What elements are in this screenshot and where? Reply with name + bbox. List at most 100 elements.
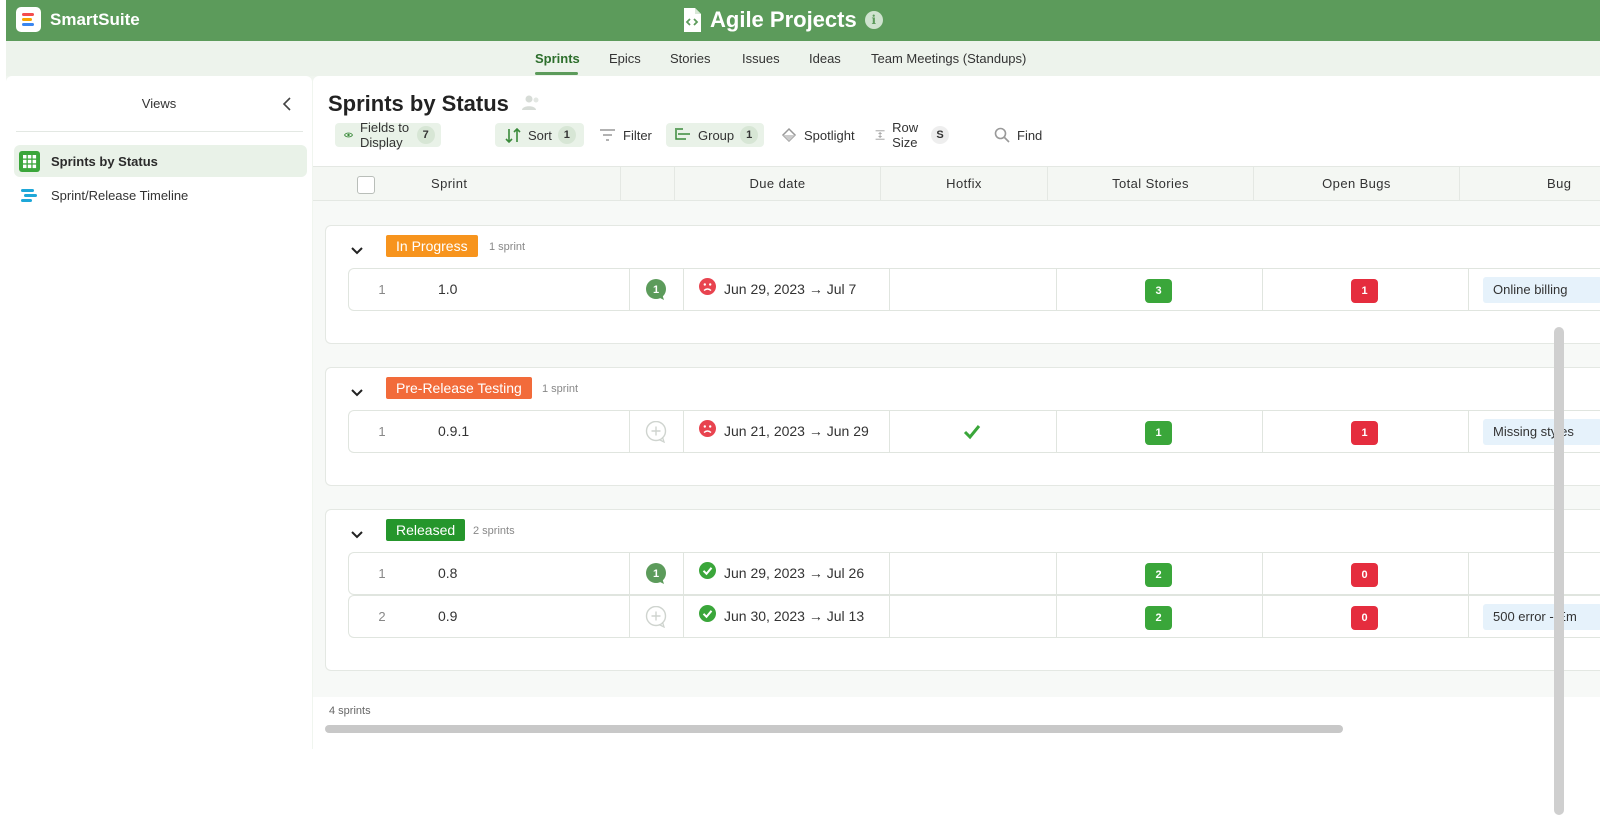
tab-epics[interactable]: Epics <box>609 51 641 66</box>
table-row[interactable]: 1 0.8 1 Jun 29, 2023 → Jul 26 2 0 <box>348 552 1600 595</box>
filter-button[interactable]: Filter <box>599 123 652 147</box>
open-bugs-value[interactable]: 1 <box>1351 421 1378 445</box>
add-comment-icon[interactable] <box>645 605 667 629</box>
column-header-total-stories[interactable]: Total Stories <box>1048 167 1254 201</box>
table-row[interactable]: 1 1.0 1 Jun 29, 2023 → Jul 7 3 1 Online … <box>348 268 1600 311</box>
due-end: Jul 13 <box>826 607 865 624</box>
collapse-panel-icon[interactable] <box>280 96 294 112</box>
chevron-down-icon[interactable] <box>350 385 364 397</box>
group-released: Released 2 sprints 1 0.8 1 Jun 29, 2023 … <box>325 509 1600 671</box>
column-header-sprint[interactable]: Sprint <box>384 167 621 201</box>
sprint-name[interactable]: 1.0 <box>438 281 457 297</box>
comment-count-icon[interactable]: 1 <box>645 279 667 301</box>
spotlight-button[interactable]: Spotlight <box>780 123 855 147</box>
horizontal-scrollbar[interactable] <box>325 725 1343 733</box>
fields-to-display-button[interactable]: Fields to Display 7 <box>335 120 441 150</box>
total-stories-value[interactable]: 2 <box>1145 606 1172 630</box>
chevron-down-icon[interactable] <box>350 243 364 255</box>
sprint-name[interactable]: 0.8 <box>438 565 457 581</box>
sprint-name[interactable]: 0.9.1 <box>438 423 469 439</box>
column-header-comments[interactable] <box>621 167 675 201</box>
sort-label: Sort <box>528 127 552 143</box>
open-bugs-value[interactable]: 0 <box>1351 606 1378 630</box>
check-circle-icon <box>699 562 716 579</box>
main-panel: Sprints by Status Fields to Display 7 So… <box>313 76 1600 815</box>
divider <box>16 131 303 132</box>
tab-stories[interactable]: Stories <box>670 51 710 66</box>
svg-text:1: 1 <box>653 284 659 296</box>
total-stories-value[interactable]: 2 <box>1145 563 1172 587</box>
table-body: In Progress 1 sprint 1 1.0 1 Jun 29, 202… <box>313 201 1600 815</box>
column-header-open-bugs[interactable]: Open Bugs <box>1254 167 1460 201</box>
status-badge: Released <box>386 519 466 541</box>
due-date[interactable]: Jun 21, 2023 → Jun 29 <box>699 420 869 439</box>
find-label: Find <box>1017 127 1043 143</box>
due-date[interactable]: Jun 29, 2023 → Jul 7 <box>699 278 857 297</box>
bug-link-chip[interactable]: Missing styles <box>1483 419 1600 445</box>
people-icon[interactable] <box>521 94 541 112</box>
hotfix-check-icon[interactable] <box>963 423 981 441</box>
info-icon[interactable]: i <box>864 11 883 29</box>
row-size-button[interactable]: Row Size S <box>875 120 950 150</box>
view-item-sprint-release-timeline[interactable]: Sprint/Release Timeline <box>14 179 307 211</box>
row-number: 2 <box>378 609 386 624</box>
due-end: Jul 26 <box>826 564 865 581</box>
due-date[interactable]: Jun 29, 2023 → Jul 26 <box>699 562 865 581</box>
app-title: Agile Projects <box>710 7 857 32</box>
paint-bucket-icon <box>781 127 797 143</box>
row-number: 1 <box>378 282 386 297</box>
open-bugs-value[interactable]: 1 <box>1351 279 1378 303</box>
group-count: 2 sprints <box>473 525 515 537</box>
tab-team-meetings[interactable]: Team Meetings (Standups) <box>871 51 1026 66</box>
column-header-bug[interactable]: Bug <box>1460 167 1600 201</box>
document-code-icon <box>682 7 702 33</box>
add-comment-icon[interactable] <box>645 420 667 444</box>
chevron-down-icon[interactable] <box>350 527 364 539</box>
smartsuite-logo-icon[interactable] <box>16 7 41 32</box>
group-in-progress: In Progress 1 sprint 1 1.0 1 Jun 29, 202… <box>325 225 1600 344</box>
eye-icon <box>344 132 353 138</box>
page-title: Sprints by Status <box>328 91 509 116</box>
sad-face-icon <box>699 278 716 295</box>
total-stories-value[interactable]: 1 <box>1145 421 1172 445</box>
total-stories-value[interactable]: 3 <box>1145 279 1172 303</box>
table-header: Sprint Due date Hotfix Total Stories Ope… <box>313 166 1600 201</box>
views-panel: Views Sprints by Status Sprint/Release T… <box>6 76 312 749</box>
group-button[interactable]: Group 1 <box>666 123 765 147</box>
tab-issues[interactable]: Issues <box>742 51 780 66</box>
bug-link-chip[interactable]: 500 error - Em <box>1483 604 1600 630</box>
row-number: 1 <box>378 566 386 581</box>
due-start: Jun 30, 2023 <box>724 607 805 624</box>
arrow: → <box>808 564 823 581</box>
table-row[interactable]: 2 0.9 Jun 30, 2023 → Jul 13 2 0 500 erro… <box>348 595 1600 638</box>
fields-to-display-label: Fields to Display <box>360 120 410 150</box>
table-tabs: Sprints Epics Stories Issues Ideas Team … <box>6 41 1600 76</box>
sort-button[interactable]: Sort 1 <box>495 123 584 147</box>
comment-count-icon[interactable]: 1 <box>645 563 667 585</box>
row-size-value: S <box>931 126 950 144</box>
filter-label: Filter <box>623 127 652 143</box>
sprint-name[interactable]: 0.9 <box>438 608 457 624</box>
vertical-scrollbar[interactable] <box>1554 327 1564 815</box>
due-date[interactable]: Jun 30, 2023 → Jul 13 <box>699 605 865 624</box>
column-header-hotfix[interactable]: Hotfix <box>881 167 1048 201</box>
select-all-checkbox[interactable] <box>357 176 375 194</box>
column-header-due-date[interactable]: Due date <box>675 167 881 201</box>
due-end: Jul 7 <box>826 280 857 297</box>
due-end: Jun 29 <box>826 422 869 439</box>
sort-icon <box>505 127 521 143</box>
find-button[interactable]: Find <box>994 123 1042 147</box>
row-size-label: Row Size <box>892 120 919 150</box>
arrow: → <box>808 607 823 624</box>
tab-ideas[interactable]: Ideas <box>809 51 841 66</box>
tab-sprints[interactable]: Sprints <box>535 51 580 66</box>
sort-count: 1 <box>557 126 576 144</box>
active-tab-indicator <box>535 72 578 75</box>
grid-view-icon <box>19 150 40 172</box>
group-pre-release-testing: Pre-Release Testing 1 sprint 1 0.9.1 Jun… <box>325 367 1600 486</box>
open-bugs-value[interactable]: 0 <box>1351 563 1378 587</box>
view-item-sprints-by-status[interactable]: Sprints by Status <box>14 145 307 177</box>
spotlight-label: Spotlight <box>804 127 855 143</box>
bug-link-chip[interactable]: Online billing <box>1483 277 1600 303</box>
table-row[interactable]: 1 0.9.1 Jun 21, 2023 → Jun 29 1 1 Missin… <box>348 410 1600 453</box>
